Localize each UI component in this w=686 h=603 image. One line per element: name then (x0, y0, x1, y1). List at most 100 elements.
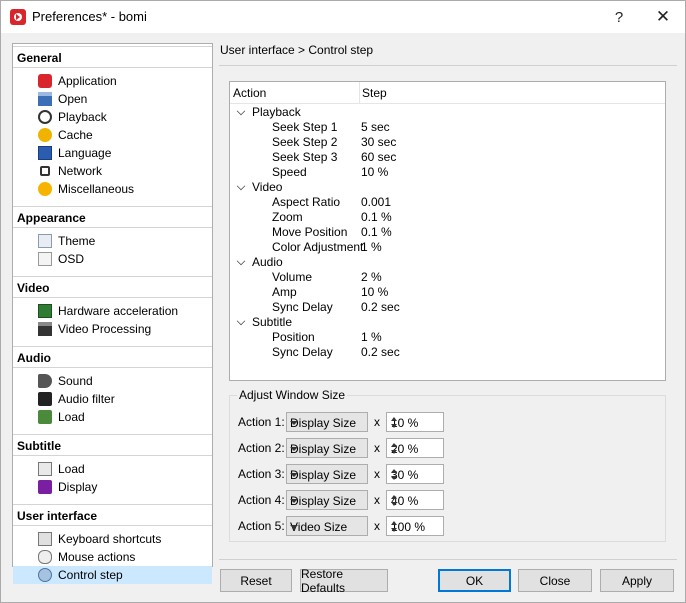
tree-row-action: Seek Step 3 (272, 150, 338, 164)
chevron-down-icon[interactable] (236, 181, 246, 191)
spin-up-icon[interactable] (391, 521, 397, 525)
chevron-down-icon[interactable] (236, 256, 246, 266)
tree-row-step[interactable]: 0.2 sec (361, 300, 400, 314)
chevron-down-icon[interactable] (236, 316, 246, 326)
spin-down-icon[interactable] (391, 502, 397, 506)
nav-item-keyboard-shortcuts[interactable]: Keyboard shortcuts (13, 530, 212, 548)
percent-spinbox[interactable]: 20 % (386, 438, 444, 458)
tree-row-step[interactable]: 10 % (361, 285, 388, 299)
chevron-down-icon[interactable] (236, 106, 246, 116)
help-icon: ? (614, 8, 624, 26)
tree-row[interactable]: Color Adjustment 1 % (230, 240, 665, 255)
tree-row-step[interactable]: 0.1 % (361, 225, 392, 239)
tree-row[interactable]: Zoom 0.1 % (230, 210, 665, 225)
tree-row[interactable]: Sync Delay 0.2 sec (230, 300, 665, 315)
nav-item-video-processing[interactable]: Video Processing (13, 320, 212, 338)
column-header-step[interactable]: Step (362, 86, 387, 100)
tree-row[interactable]: Move Position 0.1 % (230, 225, 665, 240)
tree-row[interactable]: Seek Step 2 30 sec (230, 135, 665, 150)
tree-row-step[interactable]: 0.2 sec (361, 345, 400, 359)
nav-item-audio-filter[interactable]: Audio filter (13, 390, 212, 408)
nav-item-playback[interactable]: Playback (13, 108, 212, 126)
nav-item-load[interactable]: Load (13, 408, 212, 426)
tree-group-playback[interactable]: Playback (230, 105, 665, 120)
close-window-button[interactable]: ✕ (641, 1, 685, 33)
tree-row[interactable]: Seek Step 1 5 sec (230, 120, 665, 135)
restore-defaults-button[interactable]: Restore Defaults (300, 567, 388, 595)
tree-group-subtitle[interactable]: Subtitle (230, 315, 665, 330)
ok-button[interactable]: OK (438, 569, 511, 592)
nav-item-open[interactable]: Open (13, 90, 212, 108)
tree-row[interactable]: Amp 10 % (230, 285, 665, 300)
tree-row[interactable]: Position 1 % (230, 330, 665, 345)
nav-item-mouse-actions[interactable]: Mouse actions (13, 548, 212, 566)
tree-row-step[interactable]: 10 % (361, 165, 388, 179)
tree-row-action: Move Position (272, 225, 348, 239)
spin-down-icon[interactable] (391, 424, 397, 428)
size-mode-dropdown[interactable]: Display Size (286, 464, 368, 484)
tree-row[interactable]: Seek Step 3 60 sec (230, 150, 665, 165)
percent-spinbox[interactable]: 40 % (386, 490, 444, 510)
tree-group-audio[interactable]: Audio (230, 255, 665, 270)
percent-spinbox[interactable]: 30 % (386, 464, 444, 484)
audio-load-icon (38, 410, 52, 424)
percent-spinbox[interactable]: 10 % (386, 412, 444, 432)
nav-item-language[interactable]: Language (13, 144, 212, 162)
spin-up-icon[interactable] (391, 469, 397, 473)
tree-row-step[interactable]: 5 sec (361, 120, 390, 134)
tree-row[interactable]: Speed 10 % (230, 165, 665, 180)
size-mode-dropdown[interactable]: Display Size (286, 438, 368, 458)
column-header-action[interactable]: Action (233, 86, 266, 100)
tree-row-step[interactable]: 30 sec (361, 135, 396, 149)
close-icon: ✕ (655, 7, 671, 26)
size-mode-dropdown[interactable]: Video Size (286, 516, 368, 536)
nav-item-control-step[interactable]: Control step (13, 566, 212, 584)
nav-item-application[interactable]: Application (13, 72, 212, 90)
nav-item-sound[interactable]: Sound (13, 372, 212, 390)
osd-icon (38, 252, 52, 266)
dropdown-arrow-icon (290, 421, 298, 425)
nav-item-hardware-acceleration[interactable]: Hardware acceleration (13, 302, 212, 320)
close-button[interactable]: Close (518, 569, 592, 592)
tree-row-step[interactable]: 60 sec (361, 150, 396, 164)
nav-item-load[interactable]: Load (13, 460, 212, 478)
size-mode-dropdown[interactable]: Display Size (286, 412, 368, 432)
nav-item-label: Cache (58, 128, 93, 142)
tree-row-step[interactable]: 1 % (361, 240, 382, 254)
reset-button[interactable]: Reset (220, 569, 292, 592)
tree-row-step[interactable]: 2 % (361, 270, 382, 284)
size-mode-dropdown[interactable]: Display Size (286, 490, 368, 510)
percent-spinbox[interactable]: 100 % (386, 516, 444, 536)
nav-item-cache[interactable]: Cache (13, 126, 212, 144)
preferences-nav-tree: General Application Open Playback Cache Langu… (12, 43, 213, 584)
adjust-action-row: Action 1: Display Size x 10 % (238, 412, 658, 432)
spin-up-icon[interactable] (391, 495, 397, 499)
tree-group-video[interactable]: Video (230, 180, 665, 195)
column-divider[interactable] (359, 82, 360, 104)
spin-down-icon[interactable] (391, 476, 397, 480)
tree-row-step[interactable]: 1 % (361, 330, 382, 344)
help-button[interactable]: ? (597, 1, 641, 33)
tree-row-step[interactable]: 0.1 % (361, 210, 392, 224)
nav-item-display[interactable]: Display (13, 478, 212, 496)
nav-item-osd[interactable]: OSD (13, 250, 212, 268)
tree-row[interactable]: Aspect Ratio 0.001 (230, 195, 665, 210)
title-bar[interactable]: Preferences* - bomi ? ✕ (1, 1, 685, 33)
tree-row[interactable]: Sync Delay 0.2 sec (230, 345, 665, 360)
size-mode-value: Display Size (290, 494, 357, 508)
apply-button[interactable]: Apply (600, 569, 674, 592)
tree-row-action: Speed (272, 165, 307, 179)
speaker-icon (38, 374, 52, 388)
nav-item-miscellaneous[interactable]: Miscellaneous (13, 180, 212, 198)
spin-down-icon[interactable] (391, 450, 397, 454)
tree-row-step[interactable]: 0.001 (361, 195, 391, 209)
tree-row[interactable]: Volume 2 % (230, 270, 665, 285)
nav-item-theme[interactable]: Theme (13, 232, 212, 250)
spin-up-icon[interactable] (391, 443, 397, 447)
nav-section-label: General (17, 51, 62, 65)
spin-up-icon[interactable] (391, 417, 397, 421)
nav-item-label: Application (58, 74, 117, 88)
spin-down-icon[interactable] (391, 528, 397, 532)
nav-item-network[interactable]: Network (13, 162, 212, 180)
control-step-tree[interactable]: Action Step Playback Seek Step 15 sec Seek… (229, 81, 666, 381)
